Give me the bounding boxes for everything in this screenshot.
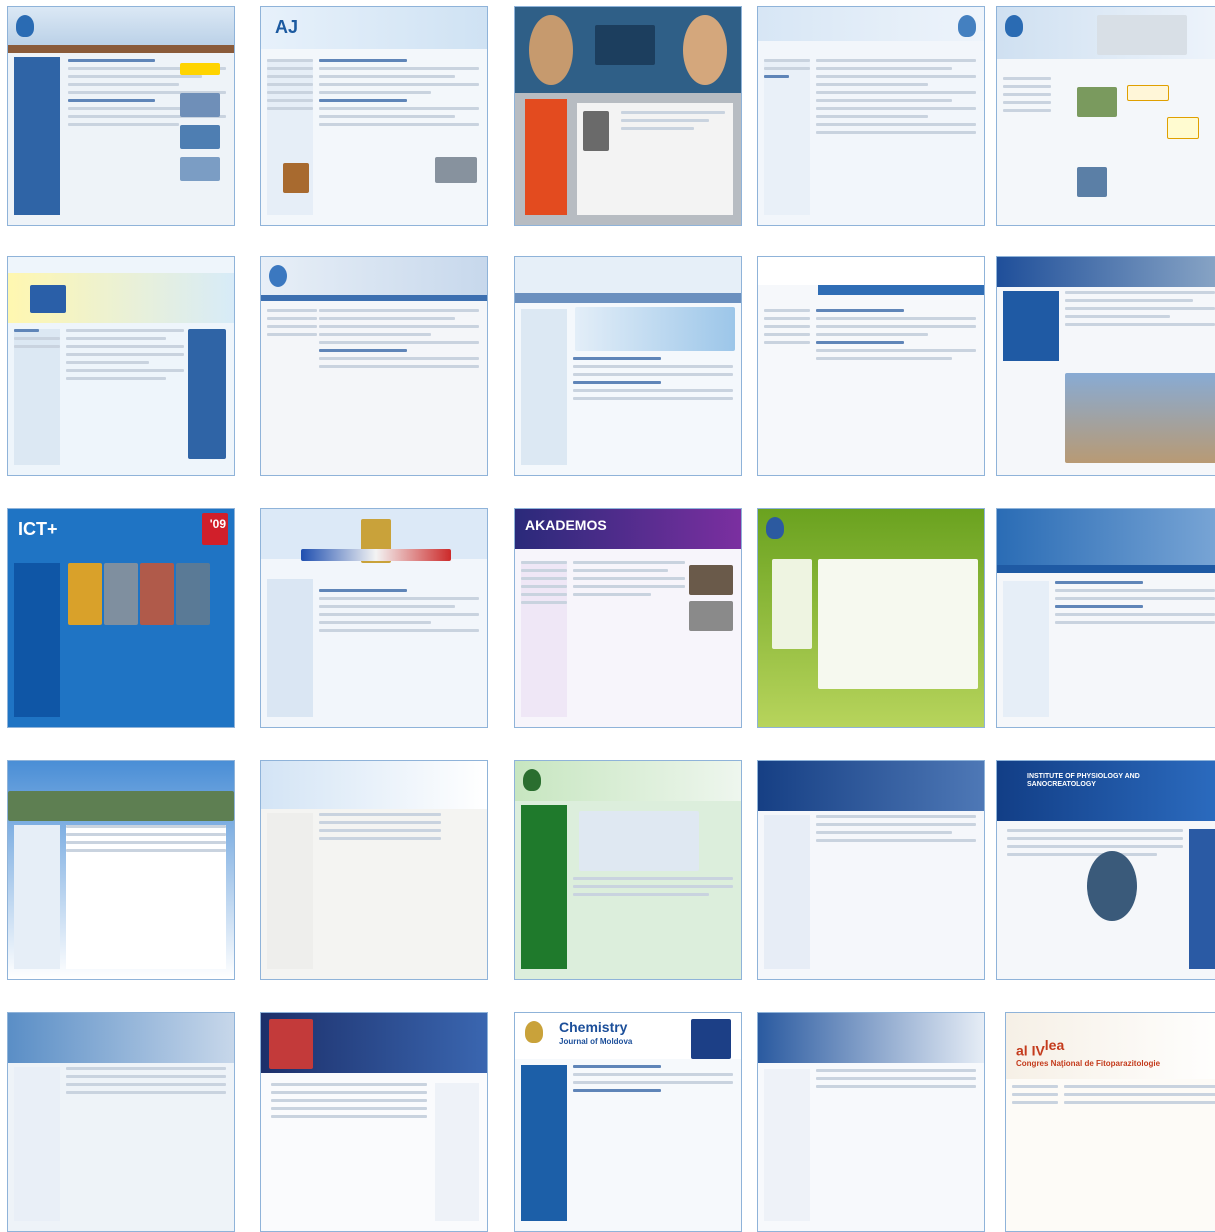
thumbnail-5[interactable] xyxy=(996,6,1215,226)
logo-icon xyxy=(958,15,976,37)
emblem-icon xyxy=(525,1021,543,1043)
thumbnail-8[interactable] xyxy=(514,256,742,476)
emblem-icon xyxy=(16,15,34,37)
journal-title: Chemistry xyxy=(559,1019,628,1035)
thumbnail-14[interactable] xyxy=(757,508,985,728)
year-badge: '09 xyxy=(209,517,226,531)
thumbnail-18[interactable] xyxy=(514,760,742,980)
thumbnail-1[interactable] xyxy=(7,6,235,226)
thumbnail-16[interactable] xyxy=(7,760,235,980)
thumbnail-11[interactable]: ICT+ '09 xyxy=(7,508,235,728)
thumbnail-12[interactable] xyxy=(260,508,488,728)
journal-subtitle: Journal of Moldova xyxy=(559,1037,633,1046)
thumbnail-17[interactable] xyxy=(260,760,488,980)
thumbnail-24[interactable] xyxy=(757,1012,985,1232)
logo-icon xyxy=(269,265,287,287)
thumbnail-7[interactable] xyxy=(260,256,488,476)
thumbnail-22[interactable] xyxy=(260,1012,488,1232)
thumbnail-2[interactable]: AJ xyxy=(260,6,488,226)
emblem-icon xyxy=(1005,15,1023,37)
thumbnail-title: ICT+ xyxy=(18,519,58,539)
thumbnail-9[interactable] xyxy=(757,256,985,476)
thumbnail-4[interactable] xyxy=(757,6,985,226)
thumbnail-title: AKADEMOS xyxy=(525,517,607,533)
thumbnail-6[interactable] xyxy=(7,256,235,476)
congress-title: Congres Naţional de Fitoparazitologie xyxy=(1016,1059,1161,1068)
thumbnail-23[interactable]: Chemistry Journal of Moldova xyxy=(514,1012,742,1232)
thumbnail-15[interactable] xyxy=(996,508,1215,728)
thumbnail-25[interactable]: al IVlea Congres Naţional de Fitoparazit… xyxy=(1005,1012,1215,1232)
emblem-icon xyxy=(766,517,784,539)
thumbnail-title: AJ xyxy=(275,17,299,37)
thumbnail-19[interactable] xyxy=(757,760,985,980)
thumbnail-3[interactable] xyxy=(514,6,742,226)
thumbnail-10[interactable] xyxy=(996,256,1215,476)
emblem-icon xyxy=(523,769,541,791)
thumbnail-20[interactable]: INSTITUTE OF PHYSIOLOGY AND SANOCREATOLO… xyxy=(996,760,1215,980)
thumbnail-21[interactable] xyxy=(7,1012,235,1232)
congress-number: al IVlea xyxy=(1016,1037,1064,1059)
congress-number-text: al IV xyxy=(1016,1042,1045,1059)
thumbnail-13[interactable]: AKADEMOS xyxy=(514,508,742,728)
thumbnail-title: INSTITUTE OF PHYSIOLOGY AND SANOCREATOLO… xyxy=(1027,773,1140,788)
congress-number-sup: lea xyxy=(1044,1037,1065,1053)
